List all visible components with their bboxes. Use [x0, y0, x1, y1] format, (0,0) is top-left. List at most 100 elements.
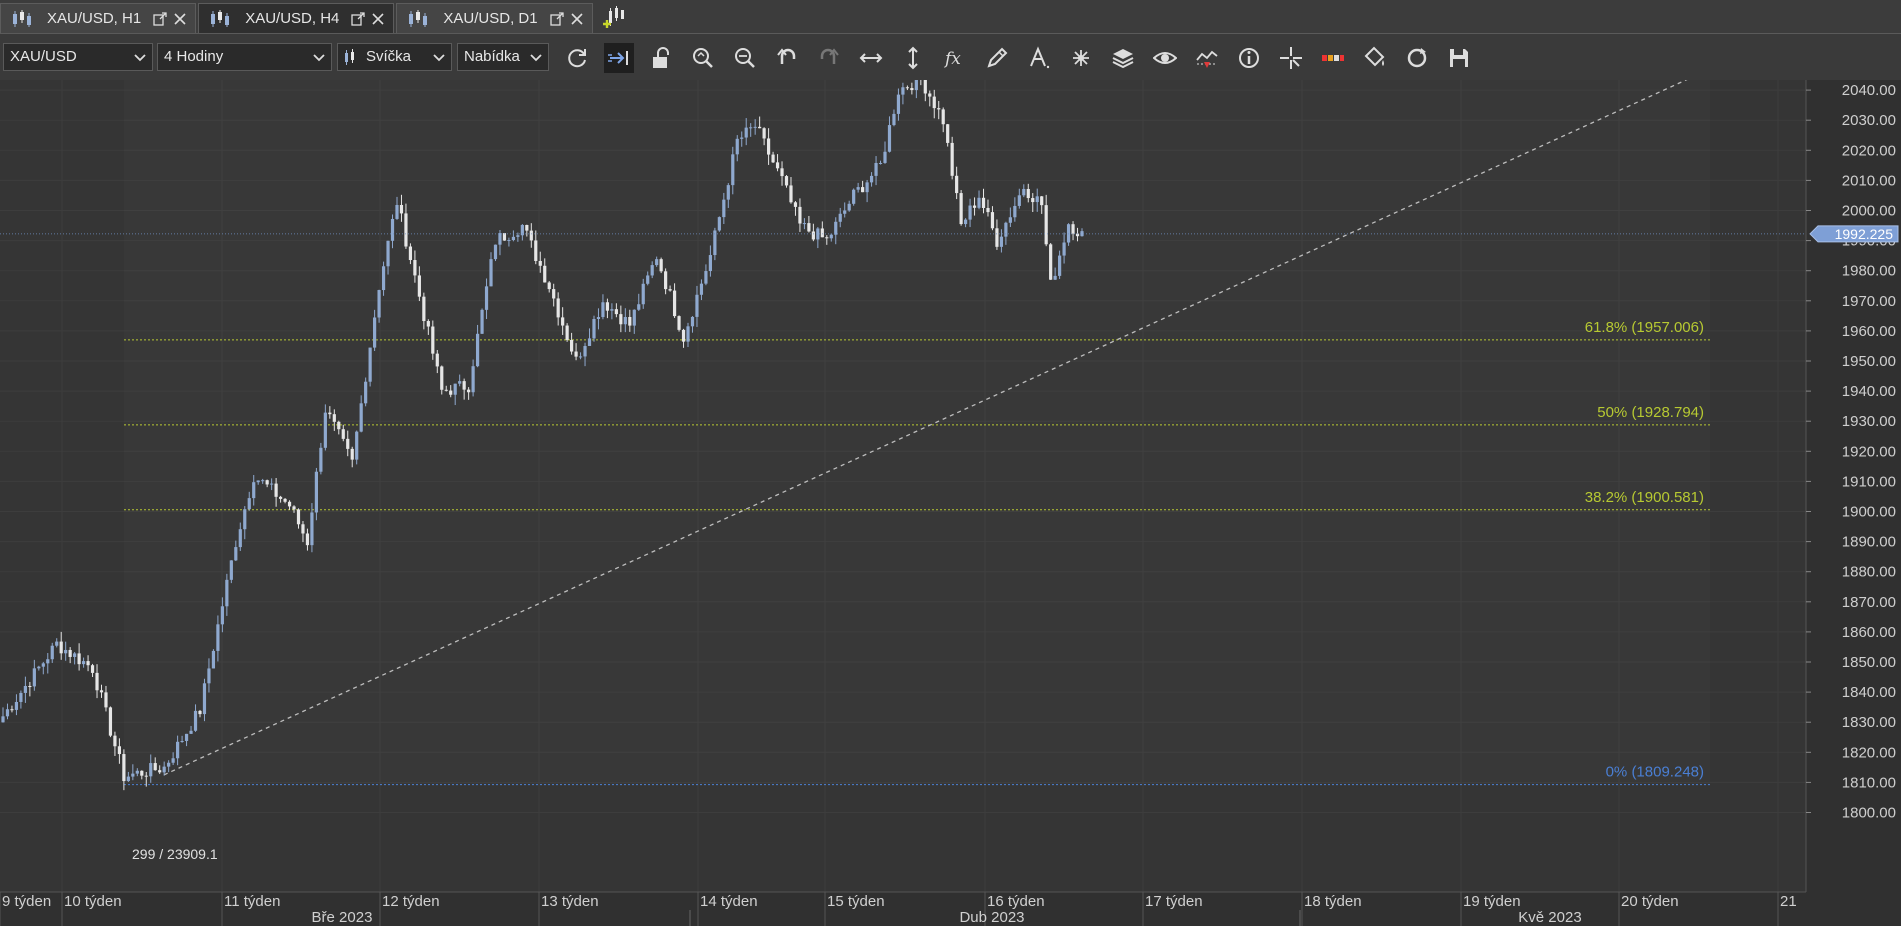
undo-icon: [777, 48, 796, 64]
candle-body: [525, 224, 529, 231]
candle-body: [852, 189, 856, 204]
tab-xauusd-d1[interactable]: XAU/USD, D1: [396, 3, 593, 33]
pattern-button[interactable]: [1066, 43, 1096, 73]
signals-button[interactable]: [1192, 43, 1222, 73]
chart-type-value: Svíčka: [366, 48, 412, 65]
candle-body: [923, 80, 927, 94]
candle-body: [386, 240, 390, 267]
price-axis[interactable]: 1800.00 1810.00 1820.00 1830.00 1840.00 1850.…: [1805, 80, 1901, 926]
price-chart[interactable]: 100% (2048.339)61.8% (1957.006)50% (1928…: [0, 80, 1901, 926]
month-label: Kvě 2023: [1518, 909, 1581, 926]
candlestick-icon: [13, 9, 31, 27]
close-icon[interactable]: [570, 12, 584, 26]
popout-icon[interactable]: [351, 11, 366, 26]
candle-body: [740, 137, 744, 139]
candle-body: [1017, 195, 1021, 206]
svg-text:fx: fx: [943, 49, 961, 69]
week-label: 15 týden: [827, 893, 885, 910]
candle-body: [878, 162, 883, 164]
candle-body: [270, 483, 274, 485]
candle-body: [493, 244, 498, 260]
candle-body: [234, 547, 238, 561]
tab-xauusd-h4[interactable]: XAU/USD, H4: [198, 3, 395, 33]
text-button[interactable]: [1024, 43, 1054, 73]
eye-icon: [1153, 52, 1177, 64]
layers-button[interactable]: [1108, 43, 1138, 73]
chart-area[interactable]: 100% (2048.339)61.8% (1957.006)50% (1928…: [0, 80, 1901, 926]
popout-icon[interactable]: [549, 11, 564, 26]
price-tick-label: 1950.00: [1842, 353, 1896, 370]
candle-body: [395, 204, 399, 219]
candle-body: [896, 94, 901, 114]
vertical-scale-button[interactable]: [898, 43, 928, 73]
visibility-button[interactable]: [1150, 43, 1180, 73]
close-icon[interactable]: [173, 12, 187, 26]
candle-body: [261, 480, 265, 482]
candle-body: [995, 228, 999, 247]
sync-button[interactable]: [1402, 43, 1432, 73]
price-side-select[interactable]: Nabídka: [457, 43, 549, 71]
candle-body: [722, 199, 726, 218]
candle-body: [614, 309, 618, 315]
candle-body: [1022, 188, 1026, 196]
indicators-button[interactable]: fx: [940, 43, 970, 73]
candle-body: [704, 271, 708, 284]
candle-body: [59, 641, 63, 654]
candle-body: [637, 304, 641, 310]
zoom-out-button[interactable]: [730, 43, 760, 73]
candle-body: [176, 741, 180, 759]
lock-button[interactable]: [646, 43, 676, 73]
symbol-select[interactable]: XAU/USD: [3, 43, 153, 71]
redo-icon: [820, 48, 839, 64]
paint-button[interactable]: [1360, 43, 1390, 73]
candle-body: [825, 237, 829, 239]
candle-body: [341, 429, 345, 439]
candle-body: [462, 381, 466, 390]
time-axis[interactable]: 9 týden 10 týden 11 týden 12 týden 13 týden 1…: [0, 891, 1806, 926]
candle-body: [668, 289, 672, 291]
candle-body: [650, 265, 654, 276]
undo-button[interactable]: [772, 43, 802, 73]
refresh-button[interactable]: [562, 43, 592, 73]
candle-body: [538, 260, 542, 266]
candle-body: [364, 381, 368, 404]
fibonacci-retracement[interactable]: 100% (2048.339)61.8% (1957.006)50% (1928…: [124, 80, 1710, 786]
candle-body: [220, 606, 224, 625]
zoom-in-button[interactable]: [688, 43, 718, 73]
tab-label: XAU/USD, H1: [47, 10, 142, 27]
week-label: 12 týden: [382, 893, 440, 910]
candle-body: [928, 93, 932, 97]
colors-button[interactable]: [1318, 43, 1348, 73]
candle-body: [775, 162, 780, 169]
candle-body: [856, 187, 860, 190]
candle-body: [475, 333, 480, 367]
candle-body: [359, 403, 363, 432]
timeframe-select[interactable]: 4 Hodiny: [157, 43, 332, 71]
candle-body: [1053, 275, 1057, 280]
candle-body: [108, 707, 113, 736]
info-button[interactable]: [1234, 43, 1264, 73]
auto-scroll-button[interactable]: [604, 43, 634, 73]
candle-body: [301, 524, 305, 534]
candle-body: [323, 412, 327, 448]
candle-body: [986, 207, 990, 213]
chart-type-select[interactable]: Svíčka: [337, 43, 452, 71]
price-tick-label: 1830.00: [1842, 714, 1896, 731]
candle-body: [655, 259, 659, 266]
close-icon[interactable]: [371, 12, 385, 26]
week-label: 17 týden: [1145, 893, 1203, 910]
candle-body: [489, 259, 493, 287]
crosshair-button[interactable]: [1276, 43, 1306, 73]
save-button[interactable]: [1444, 43, 1474, 73]
zoom-in-icon: [693, 48, 713, 68]
tab-xauusd-h1[interactable]: XAU/USD, H1: [0, 3, 197, 33]
fibonacci-level-label: 38.2% (1900.581): [1585, 489, 1704, 506]
redo-button[interactable]: [814, 43, 844, 73]
popout-icon[interactable]: [153, 11, 167, 26]
drawing-button[interactable]: [982, 43, 1012, 73]
horizontal-scale-button[interactable]: [856, 43, 886, 73]
candle-body: [64, 649, 68, 654]
candle-body: [999, 236, 1004, 247]
add-chart-icon[interactable]: [601, 5, 627, 31]
candle-body: [32, 668, 36, 687]
